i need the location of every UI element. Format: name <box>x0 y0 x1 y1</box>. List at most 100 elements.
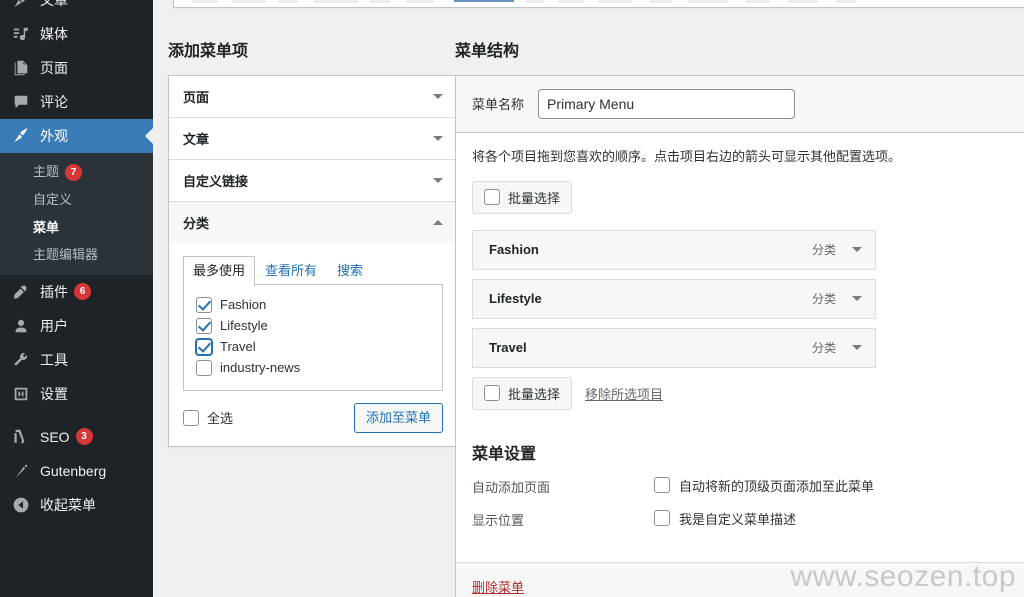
appearance-submenu: 主题 7 自定义菜单主题编辑器 <box>0 153 153 275</box>
menu-setting-control[interactable]: 自动将新的顶级页面添加至此菜单 <box>654 476 874 495</box>
tab-0[interactable]: 最多使用 <box>183 255 256 286</box>
accordion-header-1[interactable]: 文章 <box>169 118 457 159</box>
select-all-label: 全选 <box>207 411 234 427</box>
sidebar-item-3[interactable]: 评论 <box>0 85 153 119</box>
submenu-item-2[interactable]: 菜单 <box>0 214 153 242</box>
add-items-accordion: 页面 文章自定义链接分类最多使用 查看所有 搜索 Fashion Lifestyle Tra… <box>168 74 458 447</box>
menu-setting-checkbox-1[interactable] <box>654 510 670 527</box>
sidebar-item-6[interactable]: 用户 <box>0 309 153 343</box>
sidebar-item-2[interactable]: 页面 <box>0 51 153 85</box>
plugin-icon <box>11 282 31 302</box>
chevron-down-icon[interactable] <box>852 247 862 253</box>
menu-item-row[interactable]: Fashion 分类 <box>472 229 876 270</box>
sidebar-item-4[interactable]: 外观 <box>0 119 153 153</box>
accordion-label: 自定义链接 <box>183 173 249 189</box>
category-panel-footer: 全选 添加至菜单 <box>183 402 443 433</box>
sidebar-item-7[interactable]: 工具 <box>0 343 153 377</box>
sidebar-item-label: 页面 <box>40 60 68 76</box>
active-tab-underline <box>454 0 514 2</box>
category-label: industry-news <box>220 360 301 376</box>
bulk-select-checkbox-bottom[interactable] <box>484 385 500 402</box>
accordion-header-3[interactable]: 分类 <box>169 201 457 243</box>
menu-name-bar: 菜单名称 <box>456 75 1024 133</box>
sidebar-item-11[interactable]: 收起菜单 <box>0 488 153 522</box>
category-label: Lifestyle <box>220 318 268 334</box>
add-menu-items-title: 添加菜单项 <box>168 43 249 60</box>
menu-settings-rows: 自动添加页面 自动将新的顶级页面添加至此菜单 显示位置 我是自定义菜单描述 <box>472 476 1024 529</box>
submenu-item-label: 主题 <box>33 164 60 179</box>
menu-item-row[interactable]: Lifestyle 分类 <box>472 278 876 319</box>
menu-setting-label: 显示位置 <box>472 512 525 528</box>
tab-2[interactable]: 搜索 <box>327 256 373 286</box>
user-icon <box>11 316 31 336</box>
category-checkbox-panel: Fashion Lifestyle Travel industry-news <box>183 283 443 391</box>
chevron-up-icon[interactable] <box>433 219 443 225</box>
sidebar-item-5[interactable]: 插件 6 <box>0 275 153 309</box>
accordion-header-2[interactable]: 自定义链接 <box>169 160 457 201</box>
chevron-down-icon[interactable] <box>852 296 862 302</box>
sidebar-separator <box>0 411 153 420</box>
accordion-header-0[interactable]: 页面 <box>169 76 457 117</box>
submenu-item-label: 菜单 <box>33 219 60 235</box>
bulk-select-toggle-bottom[interactable]: 批量选择 <box>472 376 573 410</box>
chevron-down-icon[interactable] <box>852 345 862 351</box>
menu-setting-control[interactable]: 我是自定义菜单描述 <box>654 509 796 528</box>
category-label: Travel <box>220 339 256 355</box>
menu-setting-row-1: 显示位置 我是自定义菜单描述 <box>472 509 1024 529</box>
main-content: 添加菜单项 页面 文章 自定义链接 分类 最多使用 查看所有 搜索 Fashion Lifest… <box>153 0 1024 597</box>
menu-structure-body: 将各个项目拖到您喜欢的顺序。点击项目右边的箭头可显示其他配置选项。 批量选择 F… <box>456 133 1024 558</box>
sidebar-menu-top: 文章媒体页面评论 外观主题 7 自定义菜单主题编辑器插件 6 用户工具设置 SEO 3 Gute… <box>0 0 153 522</box>
bulk-select-label-top: 批量选择 <box>508 190 561 206</box>
sidebar-item-10[interactable]: Gutenberg <box>0 454 153 488</box>
remove-selected-items-link[interactable]: 移除所选项目 <box>585 384 663 403</box>
bulk-select-toggle-top[interactable]: 批量选择 <box>472 180 573 214</box>
category-list-item[interactable]: industry-news <box>196 358 430 379</box>
bulk-select-checkbox-top[interactable] <box>484 189 500 206</box>
add-to-menu-button[interactable]: 添加至菜单 <box>353 402 443 433</box>
submenu-item-0[interactable]: 主题 7 <box>0 158 153 186</box>
category-checkbox-1[interactable] <box>196 317 212 334</box>
menu-structure-panel: 菜单名称 将各个项目拖到您喜欢的顺序。点击项目右边的箭头可显示其他配置选项。 批… <box>455 74 1024 597</box>
sidebar-item-label: 收起菜单 <box>40 496 96 513</box>
category-list-item[interactable]: Lifestyle <box>196 316 430 337</box>
accordion-body-categories: 最多使用 查看所有 搜索 Fashion Lifestyle Travel industry… <box>169 242 457 446</box>
collapse-arrow-icon <box>11 495 31 515</box>
category-checkbox-2[interactable] <box>196 338 212 355</box>
menu-item-title: Travel <box>489 340 527 356</box>
select-all-checkbox[interactable] <box>183 409 199 426</box>
category-checkbox-0[interactable] <box>196 296 212 313</box>
category-checkbox-3[interactable] <box>196 359 212 376</box>
admin-sidebar: 文章媒体页面评论 外观主题 7 自定义菜单主题编辑器插件 6 用户工具设置 SEO 3 Gute… <box>0 0 153 597</box>
accordion-item-3: 分类最多使用 查看所有 搜索 Fashion Lifestyle Travel indust… <box>169 200 457 446</box>
category-list: Fashion Lifestyle Travel industry-news <box>196 295 430 379</box>
sidebar-item-label: 媒体 <box>40 26 68 42</box>
submenu-item-1[interactable]: 自定义 <box>0 186 153 214</box>
category-list-item[interactable]: Fashion <box>196 295 430 316</box>
menu-setting-checkbox-0[interactable] <box>654 477 670 494</box>
sidebar-item-1[interactable]: 媒体 <box>0 17 153 51</box>
menu-item-meta: 分类 <box>812 339 862 356</box>
menu-name-input[interactable] <box>538 88 796 119</box>
chevron-down-icon[interactable] <box>433 93 443 99</box>
sidebar-item-label: 工具 <box>40 351 68 368</box>
sidebar-item-badge: 3 <box>75 428 93 446</box>
sidebar-item-9[interactable]: SEO 3 <box>0 420 153 454</box>
menu-structure-title: 菜单结构 <box>455 43 520 60</box>
submenu-item-label: 自定义 <box>33 192 73 208</box>
category-label: Fashion <box>220 297 267 313</box>
menu-structure-column: 菜单结构 菜单名称 将各个项目拖到您喜欢的顺序。点击项目右边的箭头可显示其他配置… <box>455 42 1024 597</box>
menu-name-label: 菜单名称 <box>472 97 525 113</box>
menu-item-title: Lifestyle <box>489 291 542 307</box>
chevron-down-icon[interactable] <box>433 177 443 183</box>
category-list-item[interactable]: Travel <box>196 337 430 358</box>
submenu-item-3[interactable]: 主题编辑器 <box>0 241 153 269</box>
sidebar-item-0[interactable]: 文章 <box>0 0 153 17</box>
menu-item-title: Fashion <box>489 242 539 258</box>
submenu-item-label: 主题编辑器 <box>33 247 99 263</box>
delete-menu-link[interactable]: 删除菜单 <box>472 580 524 595</box>
chevron-down-icon[interactable] <box>433 135 443 141</box>
menu-item-row[interactable]: Travel 分类 <box>472 327 876 368</box>
sidebar-item-8[interactable]: 设置 <box>0 377 153 411</box>
tab-1[interactable]: 查看所有 <box>255 256 327 286</box>
select-all-row[interactable]: 全选 <box>183 408 233 427</box>
